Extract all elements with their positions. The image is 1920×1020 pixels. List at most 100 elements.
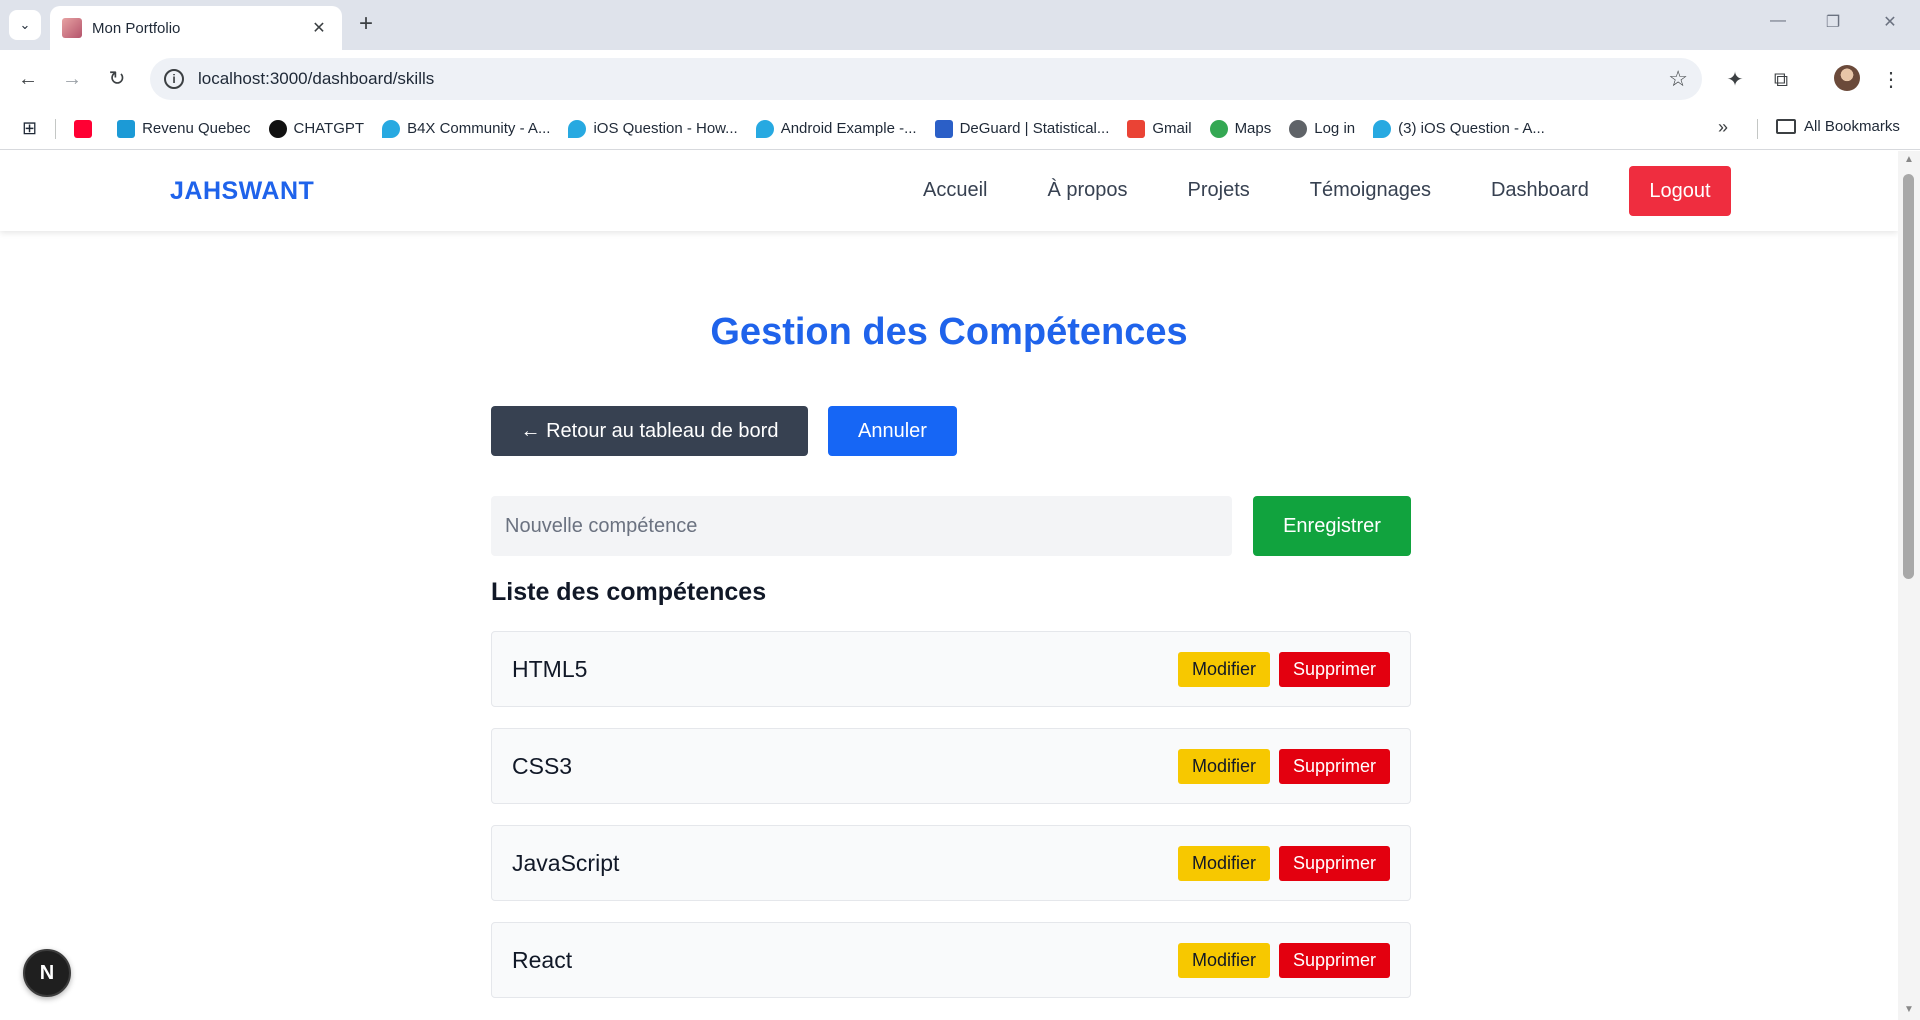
bookmark-star-icon[interactable]: ☆ xyxy=(1668,66,1688,92)
bookmark-label: iOS Question - How... xyxy=(593,120,738,137)
address-bar[interactable]: i localhost:3000/dashboard/skills ☆ xyxy=(150,58,1702,100)
restore-window-icon[interactable]: ❐ xyxy=(1813,12,1853,38)
bookmark-item[interactable]: (3) iOS Question - A... xyxy=(1373,119,1545,138)
bookmark-item[interactable]: Log in xyxy=(1289,119,1356,138)
revenu-quebec-icon xyxy=(117,119,136,138)
page-title: Gestion des Compétences xyxy=(710,311,1188,353)
maps-icon xyxy=(1209,119,1228,138)
reload-icon[interactable]: ↻ xyxy=(102,64,132,94)
skill-name: React xyxy=(512,947,573,973)
bookmark-label: Log in xyxy=(1314,120,1356,137)
b4x-icon xyxy=(755,119,774,138)
bookmarks-bar: ⊞ Revenu Quebec CHATGPT B4X Community - A.… xyxy=(0,108,1920,150)
browser-tab-bar: ⌄ Mon Portfolio ✕ + — ❐ ✕ xyxy=(0,0,1920,50)
b4x-icon xyxy=(1373,119,1392,138)
scroll-up-arrow-icon[interactable]: ▲ xyxy=(1904,154,1914,165)
nextjs-dev-badge[interactable]: N xyxy=(23,949,71,997)
bookmark-label: B4X Community - A... xyxy=(407,120,551,137)
scroll-down-arrow-icon[interactable]: ▼ xyxy=(1904,1004,1914,1015)
bookmark-item[interactable]: Gmail xyxy=(1127,119,1192,138)
skill-name: CSS3 xyxy=(512,753,573,779)
minimize-window-icon[interactable]: — xyxy=(1758,12,1798,38)
bookmark-label: (3) iOS Question - A... xyxy=(1398,120,1545,137)
profile-avatar[interactable] xyxy=(1834,65,1860,91)
bookmark-item[interactable]: B4X Community - A... xyxy=(382,119,551,138)
site-nav-links: Accueil À propos Projets Témoignages Das… xyxy=(923,179,1649,202)
skill-row: HTML5 Modifier Supprimer xyxy=(491,631,1411,707)
site-info-icon[interactable]: i xyxy=(164,69,184,89)
all-bookmarks-button[interactable]: All Bookmarks xyxy=(1776,118,1900,135)
globe-icon xyxy=(1289,119,1308,138)
new-skill-input[interactable] xyxy=(491,496,1232,556)
close-window-icon[interactable]: ✕ xyxy=(1870,12,1910,38)
bookmark-label: Android Example -... xyxy=(780,120,917,137)
browser-toolbar: ← → ↻ i localhost:3000/dashboard/skills … xyxy=(0,50,1920,108)
nav-link-accueil[interactable]: Accueil xyxy=(923,179,987,202)
page-scrollbar[interactable]: ▲ ▼ xyxy=(1898,151,1920,1020)
bookmark-item[interactable]: DeGuard | Statistical... xyxy=(934,119,1110,138)
skill-row: CSS3 Modifier Supprimer xyxy=(491,728,1411,804)
skills-list-title: Liste des compétences xyxy=(491,578,767,606)
back-to-dashboard-button[interactable]: ← Retour au tableau de bord xyxy=(491,406,808,456)
bookmark-item[interactable]: CHATGPT xyxy=(268,119,365,138)
site-navbar: JAHSWANT Accueil À propos Projets Témoig… xyxy=(0,151,1898,231)
bookmark-item[interactable] xyxy=(74,119,99,138)
scrollbar-thumb[interactable] xyxy=(1903,174,1914,579)
tab-close-icon[interactable]: ✕ xyxy=(308,18,330,38)
bookmark-label: DeGuard | Statistical... xyxy=(959,120,1110,137)
all-bookmarks-label: All Bookmarks xyxy=(1804,118,1900,135)
nav-link-dashboard[interactable]: Dashboard xyxy=(1491,179,1589,202)
bookmark-label: Gmail xyxy=(1152,120,1192,137)
b4x-icon xyxy=(568,119,587,138)
cancel-button[interactable]: Annuler xyxy=(828,406,957,456)
tab-search-chevron-icon[interactable]: ⌄ xyxy=(9,10,41,40)
delete-skill-button[interactable]: Supprimer xyxy=(1279,846,1390,881)
bookmark-list: Revenu Quebec CHATGPT B4X Community - A...… xyxy=(74,119,1563,138)
delete-skill-button[interactable]: Supprimer xyxy=(1279,943,1390,978)
chrome-menu-icon[interactable]: ⋮ xyxy=(1878,67,1904,93)
extensions-puzzle-icon[interactable]: ⧉ xyxy=(1768,67,1794,93)
bookmark-item[interactable]: iOS Question - How... xyxy=(568,119,738,138)
edit-skill-button[interactable]: Modifier xyxy=(1178,749,1270,784)
save-skill-button[interactable]: Enregistrer xyxy=(1253,496,1411,556)
youtube-icon xyxy=(74,119,93,138)
bookmarks-separator xyxy=(55,118,57,139)
gmail-icon xyxy=(1127,119,1146,138)
tab-title: Mon Portfolio xyxy=(92,19,181,37)
skill-name: HTML5 xyxy=(512,656,588,682)
edit-skill-button[interactable]: Modifier xyxy=(1178,846,1270,881)
more-bookmarks-chevron-icon[interactable]: » xyxy=(1718,117,1728,138)
edit-skill-button[interactable]: Modifier xyxy=(1178,652,1270,687)
delete-skill-button[interactable]: Supprimer xyxy=(1279,749,1390,784)
folder-icon xyxy=(1776,119,1796,134)
nav-link-projets[interactable]: Projets xyxy=(1188,179,1250,202)
url-text[interactable]: localhost:3000/dashboard/skills xyxy=(198,69,1668,89)
page-viewport: JAHSWANT Accueil À propos Projets Témoig… xyxy=(0,151,1920,1020)
bookmark-label: Revenu Quebec xyxy=(142,120,251,137)
logout-button[interactable]: Logout xyxy=(1629,166,1731,216)
nav-link-temoignages[interactable]: Témoignages xyxy=(1310,179,1431,202)
bookmark-item[interactable]: Maps xyxy=(1209,119,1272,138)
skill-row: JavaScript Modifier Supprimer xyxy=(491,825,1411,901)
bookmark-item[interactable]: Android Example -... xyxy=(755,119,917,138)
bookmarks-separator xyxy=(1757,119,1758,139)
apps-grid-icon[interactable]: ⊞ xyxy=(22,118,37,139)
skill-row: React Modifier Supprimer xyxy=(491,922,1411,998)
extension-puzzle-extra-icon[interactable]: ✦ xyxy=(1722,67,1748,93)
b4x-icon xyxy=(382,119,401,138)
edit-skill-button[interactable]: Modifier xyxy=(1178,943,1270,978)
nav-link-a-propos[interactable]: À propos xyxy=(1047,179,1127,202)
new-tab-plus-icon[interactable]: + xyxy=(352,11,380,39)
back-arrow-icon[interactable]: ← xyxy=(13,64,43,94)
bookmark-item[interactable]: Revenu Quebec xyxy=(117,119,251,138)
bookmark-label: Maps xyxy=(1234,120,1272,137)
delete-skill-button[interactable]: Supprimer xyxy=(1279,652,1390,687)
site-brand-logo[interactable]: JAHSWANT xyxy=(170,177,314,206)
chatgpt-icon xyxy=(268,119,287,138)
skill-name: JavaScript xyxy=(512,850,620,876)
tab-favicon-icon xyxy=(62,18,82,38)
browser-tab-active[interactable]: Mon Portfolio ✕ xyxy=(50,6,342,50)
deguard-icon xyxy=(934,119,953,138)
forward-arrow-icon[interactable]: → xyxy=(57,64,87,94)
bookmark-label: CHATGPT xyxy=(293,120,365,137)
